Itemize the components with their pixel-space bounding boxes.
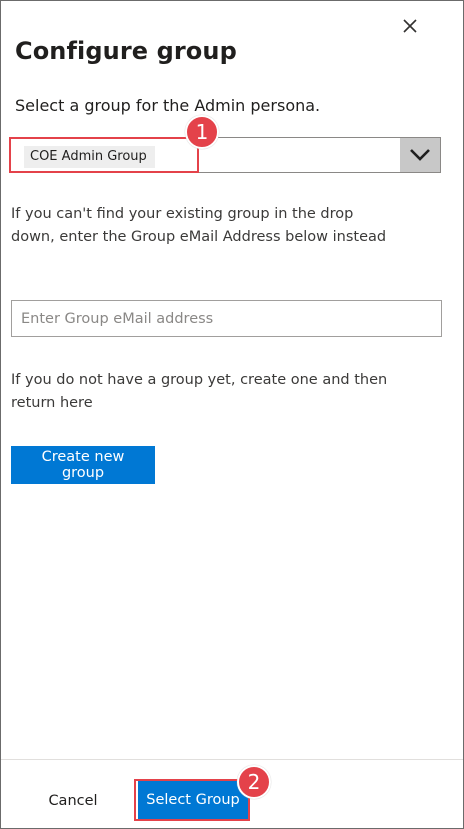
dialog-title: Configure group	[15, 37, 237, 65]
create-new-group-button[interactable]: Create new group	[11, 446, 155, 484]
close-icon	[403, 19, 417, 33]
group-combobox[interactable]: COE Admin Group	[9, 137, 441, 173]
selected-group-chip[interactable]: COE Admin Group	[24, 146, 155, 168]
cancel-button[interactable]: Cancel	[27, 787, 119, 815]
footer-divider	[1, 759, 463, 760]
dialog-subtitle: Select a group for the Admin persona.	[15, 96, 321, 115]
callout-badge-1: 1	[185, 115, 219, 149]
create-hint-text: If you do not have a group yet, create o…	[11, 372, 388, 411]
email-hint-text: If you can't find your existing group in…	[11, 206, 387, 245]
group-email-input[interactable]	[11, 300, 442, 337]
callout-badge-2: 2	[237, 765, 271, 799]
select-group-button[interactable]: Select Group	[138, 781, 248, 819]
chevron-down-icon	[410, 149, 430, 161]
close-button[interactable]	[397, 13, 423, 39]
configure-group-panel: Configure group Select a group for the A…	[0, 0, 464, 829]
dropdown-button[interactable]	[400, 138, 440, 172]
